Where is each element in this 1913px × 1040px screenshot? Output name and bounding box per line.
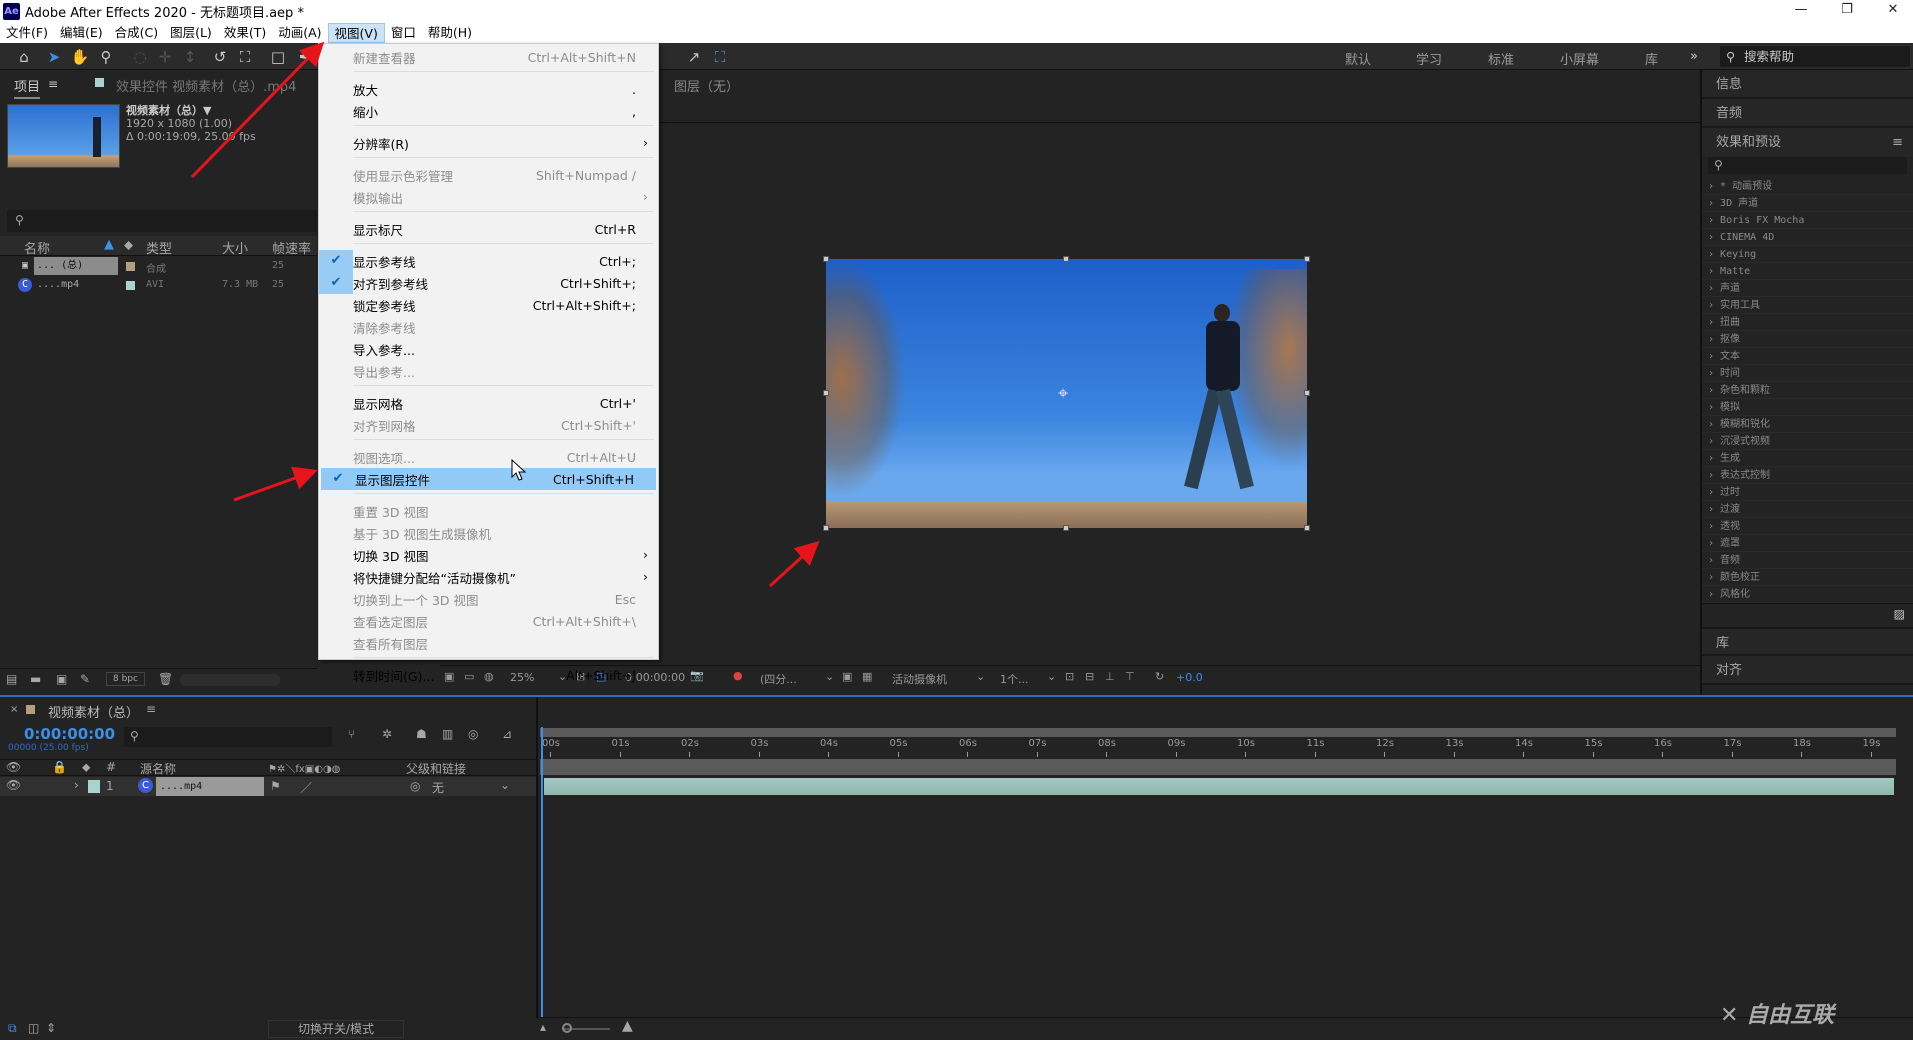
- annotation-arrow: [233, 466, 318, 502]
- annotation-arrow: [190, 41, 325, 179]
- annotation-arrows: [190, 41, 820, 588]
- mouse-cursor-icon: [511, 458, 527, 481]
- annotation-arrow: [768, 540, 820, 588]
